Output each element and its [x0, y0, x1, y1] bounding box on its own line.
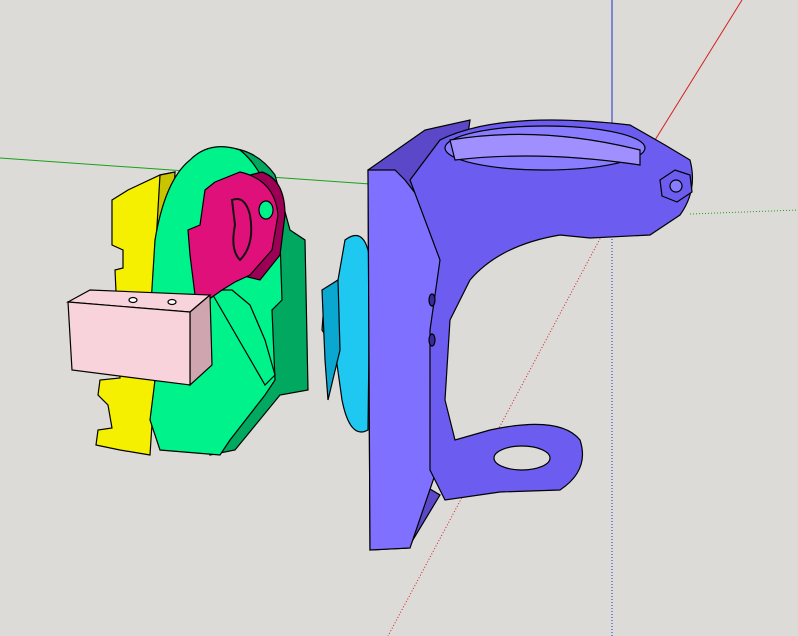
red-axis	[654, 0, 743, 141]
cyan-part[interactable]	[321, 235, 371, 433]
3d-viewport[interactable]	[0, 0, 798, 636]
purple-bracket[interactable]	[367, 119, 693, 551]
pink-block[interactable]	[65, 289, 213, 387]
magenta-hole	[258, 200, 274, 220]
bracket-bottom-hole	[493, 445, 551, 471]
green-axis-dotted	[689, 209, 798, 215]
